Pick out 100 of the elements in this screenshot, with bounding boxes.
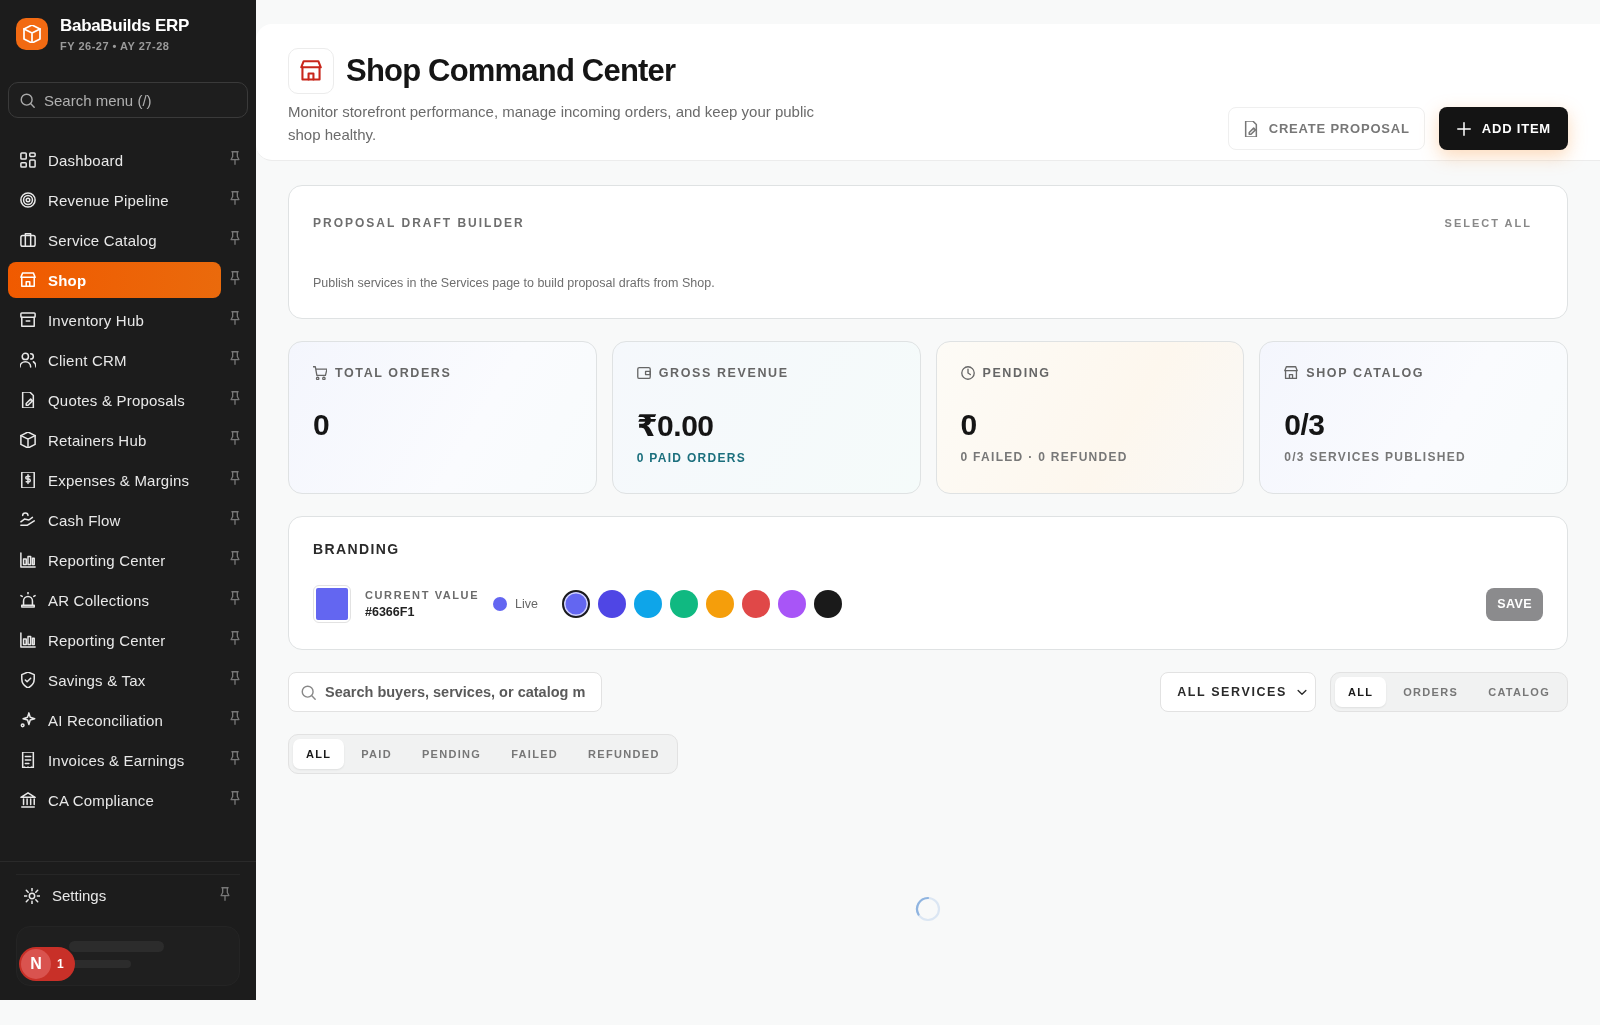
pin-icon bbox=[228, 151, 242, 165]
pin-icon bbox=[228, 271, 242, 285]
pin-icon bbox=[228, 231, 242, 245]
stat-label: PENDING bbox=[982, 366, 1051, 380]
sparkle-icon bbox=[20, 712, 36, 728]
document-edit-icon bbox=[1242, 120, 1259, 137]
pin-icon bbox=[228, 191, 242, 205]
sidebar-item[interactable]: Savings & Tax bbox=[8, 662, 221, 698]
stat-value: 0 bbox=[960, 408, 978, 442]
color-swatch[interactable] bbox=[778, 590, 807, 618]
pin-icon bbox=[228, 431, 242, 445]
pin-icon bbox=[228, 391, 242, 405]
stat-subtext: 0/3 SERVICES PUBLISHED bbox=[1284, 450, 1467, 464]
sidebar-item[interactable]: Invoices & Earnings bbox=[8, 742, 221, 778]
color-swatch[interactable] bbox=[706, 590, 735, 618]
status-tab[interactable]: PENDING bbox=[408, 739, 495, 769]
sidebar-item[interactable]: Inventory Hub bbox=[8, 302, 221, 338]
pin-icon bbox=[218, 887, 232, 901]
color-preview bbox=[313, 585, 351, 623]
sidebar-item[interactable]: CA Compliance bbox=[8, 782, 221, 818]
pin-icon bbox=[228, 631, 242, 645]
dev-indicator-letter: N bbox=[21, 949, 51, 979]
plus-icon bbox=[1455, 120, 1472, 137]
search-icon bbox=[20, 93, 35, 108]
status-tab[interactable]: FAILED bbox=[498, 739, 572, 769]
color-swatch[interactable] bbox=[598, 590, 627, 618]
stat-label: SHOP CATALOG bbox=[1306, 366, 1425, 380]
page-subtitle: Monitor storefront performance, manage incoming orders, and keep your public shop healthy. bbox=[288, 102, 816, 145]
hand-coin-icon bbox=[20, 512, 36, 528]
sidebar-item[interactable]: Reporting Center bbox=[8, 542, 221, 578]
siren-icon bbox=[20, 592, 36, 608]
sidebar-item[interactable]: AI Reconciliation bbox=[8, 702, 221, 738]
bar-chart-icon bbox=[20, 552, 36, 568]
color-swatch[interactable] bbox=[634, 590, 663, 618]
pin-icon bbox=[228, 591, 242, 605]
page-title: Shop Command Center bbox=[346, 53, 676, 89]
status-tab[interactable]: REFUNDED bbox=[575, 739, 673, 769]
current-value-label: CURRENT VALUE bbox=[365, 589, 480, 601]
stat-label: GROSS REVENUE bbox=[658, 366, 789, 380]
settings-icon bbox=[24, 887, 40, 904]
loading-spinner-icon bbox=[915, 896, 941, 922]
live-label: Live bbox=[515, 597, 539, 611]
color-swatch[interactable] bbox=[670, 590, 699, 618]
empty-message: Publish services in the Services page to build proposal drafts from Shop. bbox=[313, 276, 716, 290]
pin-icon bbox=[228, 751, 242, 765]
issue-count: 1 bbox=[57, 957, 64, 971]
target-icon bbox=[20, 192, 36, 208]
add-item-button[interactable]: ADD ITEM bbox=[1438, 107, 1568, 150]
stat-value: ₹0.00 bbox=[636, 408, 715, 443]
sidebar-item[interactable]: AR Collections bbox=[8, 582, 221, 618]
bar-chart-icon bbox=[20, 632, 36, 648]
fiscal-year-label: FY 26-27 • AY 27-28 bbox=[60, 40, 171, 52]
store-icon bbox=[20, 272, 36, 288]
stat-value: 0/3 bbox=[1284, 408, 1326, 442]
invoice-icon bbox=[20, 752, 36, 768]
sidebar-item[interactable]: Revenue Pipeline bbox=[8, 182, 221, 218]
bank-icon bbox=[20, 792, 36, 808]
section-title: BRANDING bbox=[313, 541, 401, 557]
briefcase-icon bbox=[20, 232, 36, 248]
sidebar-item[interactable]: Cash Flow bbox=[8, 502, 221, 538]
status-tab[interactable]: PAID bbox=[348, 739, 405, 769]
sidebar-item[interactable]: Client CRM bbox=[8, 342, 221, 378]
dev-indicator-badge[interactable]: N 1 bbox=[19, 947, 75, 981]
shield-check-icon bbox=[20, 672, 36, 688]
sidebar-item[interactable]: Service Catalog bbox=[8, 222, 221, 258]
sidebar-item[interactable]: Quotes & Proposals bbox=[8, 382, 221, 418]
pin-icon bbox=[228, 311, 242, 325]
color-swatch[interactable] bbox=[742, 590, 771, 618]
search-field[interactable]: Search menu (/) bbox=[8, 82, 248, 118]
color-swatch[interactable] bbox=[562, 590, 591, 618]
sidebar-item[interactable]: Dashboard bbox=[8, 142, 221, 178]
color-swatch[interactable] bbox=[814, 590, 843, 618]
section-title: PROPOSAL DRAFT BUILDER bbox=[313, 216, 525, 230]
status-tab[interactable]: ALL bbox=[293, 739, 345, 769]
sidebar-item[interactable]: Reporting Center bbox=[8, 622, 221, 658]
pin-icon bbox=[228, 671, 242, 685]
wallet-icon bbox=[636, 366, 651, 380]
create-proposal-button[interactable]: CREATE PROPOSAL bbox=[1227, 107, 1425, 150]
cart-icon bbox=[313, 366, 327, 380]
store-icon bbox=[1284, 366, 1299, 380]
search-icon bbox=[301, 685, 316, 700]
grid-icon bbox=[20, 152, 36, 168]
select-all-link[interactable]: SELECT ALL bbox=[1444, 216, 1532, 230]
settings-item[interactable]: Settings bbox=[16, 874, 240, 916]
stat-label: TOTAL ORDERS bbox=[335, 366, 452, 380]
pin-icon bbox=[228, 511, 242, 525]
stat-value: 0 bbox=[313, 408, 331, 442]
pin-icon bbox=[228, 551, 242, 565]
view-tab[interactable]: ALL bbox=[1334, 677, 1387, 707]
cube-icon bbox=[23, 25, 41, 43]
users-icon bbox=[20, 352, 36, 368]
color-hex-value: #6366F1 bbox=[365, 605, 416, 619]
cube-icon bbox=[20, 432, 36, 448]
document-edit-icon bbox=[20, 392, 36, 408]
live-dot bbox=[493, 597, 508, 611]
view-tab[interactable]: CATALOG bbox=[1475, 677, 1563, 707]
service-dropdown[interactable]: ALL SERVICES bbox=[1160, 672, 1316, 712]
sidebar-item[interactable]: Expenses & Margins bbox=[8, 462, 221, 498]
view-tab[interactable]: ORDERS bbox=[1390, 677, 1472, 707]
sidebar-item[interactable]: Retainers Hub bbox=[8, 422, 221, 458]
